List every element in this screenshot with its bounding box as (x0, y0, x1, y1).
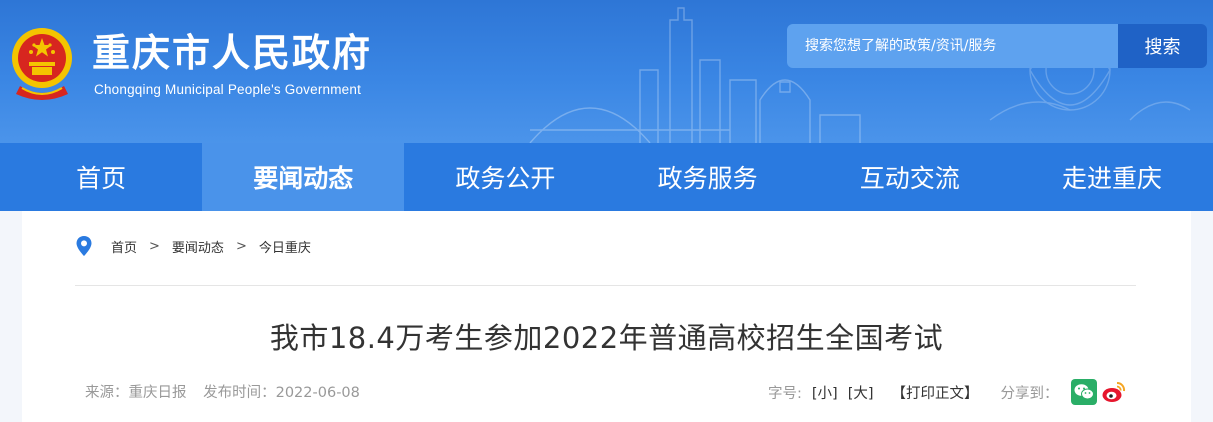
city-skyline-graphic (529, 7, 861, 143)
site-subtitle: Chongqing Municipal People's Government (94, 82, 362, 97)
article-meta: 来源：重庆日报 发布时间：2022-06-08 (85, 381, 372, 402)
breadcrumb-news[interactable]: 要闻动态 (172, 237, 224, 256)
nav-item-government-affairs[interactable]: 政务公开 (404, 143, 606, 211)
wechat-icon[interactable] (1070, 379, 1097, 405)
nav-item-interaction[interactable]: 互动交流 (809, 143, 1011, 211)
article-publish-time: 发布时间：2022-06-08 (203, 385, 360, 401)
weibo-icon[interactable] (1101, 379, 1127, 405)
search-input[interactable] (787, 24, 1118, 68)
national-emblem-icon (12, 28, 72, 100)
article-title: 我市18.4万考生参加2022年普通高校招生全国考试 (269, 321, 944, 355)
breadcrumb-separator: > (149, 238, 160, 254)
font-size-label: 字号: (768, 385, 802, 402)
share-label: 分享到： (1000, 385, 1059, 402)
breadcrumb-home[interactable]: 首页 (111, 237, 137, 256)
breadcrumb-separator: > (235, 238, 247, 254)
location-pin-icon (76, 236, 92, 256)
breadcrumb-today-chongqing[interactable]: 今日重庆 (259, 237, 311, 256)
search-button[interactable]: 搜索 (1118, 24, 1207, 68)
article-card: 首页 > 要闻动态 > 今日重庆 我市18.4万考生参加2022年普通高校招生全… (22, 211, 1191, 422)
font-large-button[interactable]: [大] (848, 382, 874, 403)
nav-item-news[interactable]: 要闻动态 (202, 143, 405, 211)
nav-item-services[interactable]: 政务服务 (607, 143, 809, 211)
breadcrumb: 首页 > 要闻动态 > 今日重庆 (75, 235, 311, 257)
site-title[interactable]: 重庆市人民政府 (92, 30, 372, 76)
header-banner: 重庆市人民政府 Chongqing Municipal People's Gov… (0, 0, 1213, 143)
article-source: 来源：重庆日报 (85, 385, 187, 401)
nav-item-home[interactable]: 首页 (0, 143, 202, 211)
nav-item-about-chongqing[interactable]: 走进重庆 (1011, 143, 1213, 211)
divider (75, 285, 1136, 286)
article-tools: 字号: [小] [大] 【打印正文】 分享到： (768, 379, 1127, 405)
font-small-button[interactable]: [小] (812, 382, 838, 403)
main-nav: 首页 要闻动态 政务公开 政务服务 互动交流 走进重庆 (0, 143, 1213, 211)
print-button[interactable]: 【打印正文】 (892, 382, 979, 403)
